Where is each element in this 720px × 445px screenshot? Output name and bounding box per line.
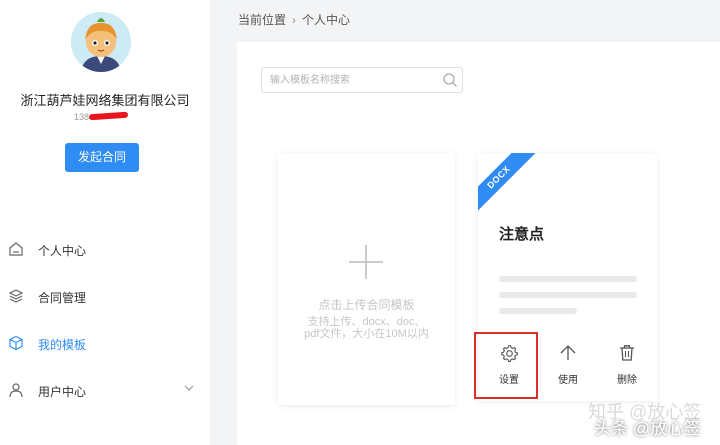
sidebar-item-user-center[interactable]: 用户中心 [0,379,210,403]
avatar-image [71,12,131,72]
upload-arrow-icon [560,345,576,360]
sidebar-item-label: 我的模板 [38,338,87,352]
template-title: 注意点 [499,226,545,243]
sidebar-item-my-templates[interactable]: 我的模板 [0,332,210,356]
use-label: 使用 [558,375,578,386]
sidebar: 浙江葫芦娃网络集团有限公司 138 发起合同 个人中心 合同管理 我的模板 用户… [0,0,210,445]
upload-template-card[interactable]: 点击上传合同模板 支持上传、docx、doc、pdf文件，大小在10M以内 [278,153,455,405]
start-contract-button[interactable]: 发起合同 [65,143,139,172]
highlight-box [474,332,538,399]
sidebar-item-personal-center[interactable]: 个人中心 [0,238,210,262]
placeholder-line [499,308,577,314]
placeholder-line [499,292,637,298]
company-name: 浙江葫芦娃网络集团有限公司 [20,93,190,108]
plus-icon [349,245,383,279]
delete-label: 删除 [617,375,637,386]
trash-icon [620,345,634,361]
upload-title: 点击上传合同模板 [318,298,415,312]
user-icon [9,383,23,398]
avatar[interactable] [71,12,131,72]
sidebar-item-contract-management[interactable]: 合同管理 [0,285,210,309]
home-icon [9,242,23,256]
breadcrumb-current[interactable]: 个人中心 [302,13,350,27]
sidebar-item-label: 用户中心 [38,385,87,399]
search-box[interactable] [261,67,463,93]
redaction-mark [88,111,129,121]
sidebar-item-label: 个人中心 [38,244,87,258]
search-input[interactable] [262,68,432,92]
layers-icon [8,289,24,303]
file-type-badge: DOCX [478,153,537,216]
upload-description: 支持上传、docx、doc、pdf文件，大小在10M以内 [304,316,429,340]
sidebar-item-label: 合同管理 [38,291,87,305]
placeholder-line [499,276,637,282]
breadcrumb-prefix: 当前位置 [238,13,287,27]
search-icon[interactable] [442,72,458,88]
breadcrumb: 当前位置 › 个人中心 [238,11,350,28]
watermark-toutiao: 头条 @放心签 [594,419,701,438]
cube-icon [9,335,23,351]
chevron-down-icon[interactable] [184,383,194,393]
chevron-right-icon: › [292,13,297,27]
phone-number: 138 [74,112,90,122]
delete-button[interactable]: 删除 [607,343,647,389]
use-button[interactable]: 使用 [548,343,588,389]
